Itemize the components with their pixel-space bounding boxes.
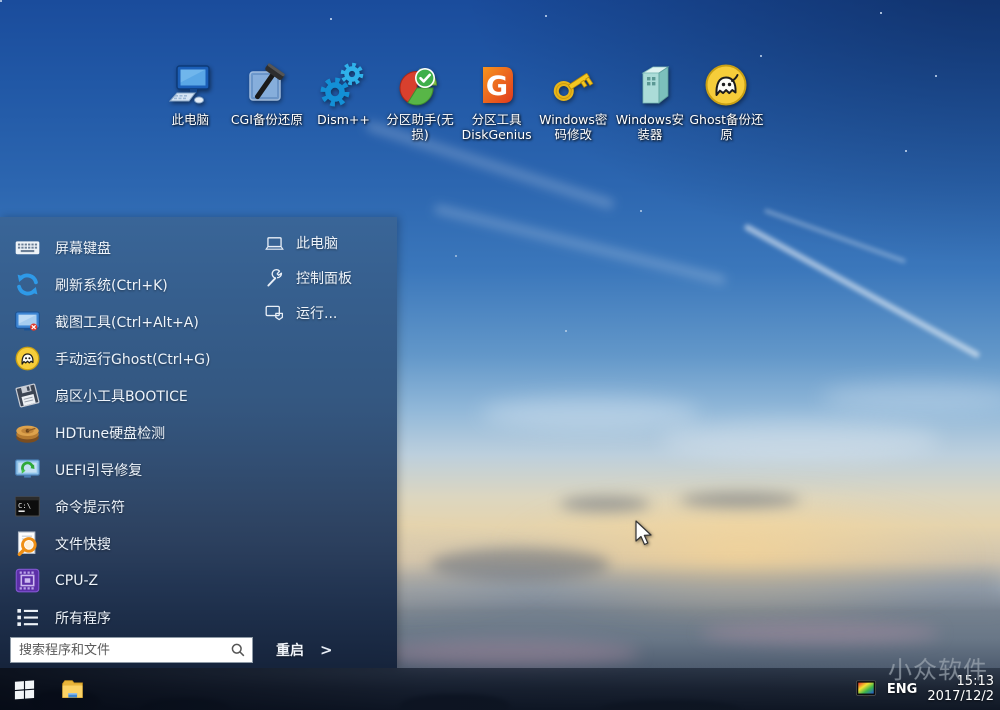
stars bbox=[0, 0, 2, 2]
start-menu-item-label: 所有程序 bbox=[55, 608, 111, 628]
ghost-small-icon bbox=[12, 344, 42, 374]
partition-assistant-icon bbox=[395, 60, 445, 110]
start-menu-item-label: CPU-Z bbox=[55, 573, 98, 589]
desktop-icon[interactable]: 此电脑 bbox=[152, 60, 229, 142]
chevron-right-icon[interactable]: > bbox=[320, 641, 333, 659]
installer-box-icon bbox=[625, 60, 675, 110]
start-menu-item[interactable]: C:\ 命令提示符 bbox=[12, 488, 252, 525]
start-menu-item-label: 文件快搜 bbox=[55, 534, 111, 554]
start-menu-item-label: UEFI引导修复 bbox=[55, 460, 142, 480]
start-menu-shortcut[interactable]: 运行... bbox=[262, 295, 392, 330]
taskbar: ENG 15:13 2017/12/2 bbox=[0, 668, 1000, 710]
search-icon[interactable] bbox=[228, 640, 248, 660]
run-outline-icon bbox=[262, 301, 286, 325]
start-menu-item[interactable]: CPU-Z bbox=[12, 562, 252, 599]
start-menu-item-label: 刷新系统(Ctrl+K) bbox=[55, 275, 168, 295]
dark-cloud bbox=[680, 492, 800, 508]
search-box[interactable] bbox=[10, 637, 253, 663]
start-menu-shortcut-label: 控制面板 bbox=[296, 268, 352, 288]
keyboard-icon bbox=[12, 233, 42, 263]
start-menu-item-label: HDTune硬盘检测 bbox=[55, 423, 165, 443]
restart-label: 重启 bbox=[276, 640, 304, 660]
start-menu: 屏幕键盘刷新系统(Ctrl+K) 截图工具(Ctrl+Alt+A) 手动运行Ghos… bbox=[0, 217, 397, 668]
uefi-repair-icon bbox=[12, 455, 42, 485]
start-menu-left-list: 屏幕键盘刷新系统(Ctrl+K) 截图工具(Ctrl+Alt+A) 手动运行Ghos… bbox=[12, 229, 252, 636]
desktop-icon-label: Ghost备份还原 bbox=[688, 113, 765, 142]
sea-reflection bbox=[700, 622, 940, 644]
desktop-icon-label: Dism++ bbox=[317, 113, 370, 128]
start-menu-item[interactable]: 手动运行Ghost(Ctrl+G) bbox=[12, 340, 252, 377]
svg-text:C:\: C:\ bbox=[17, 501, 30, 510]
search-input[interactable] bbox=[11, 643, 228, 658]
refresh-icon bbox=[12, 270, 42, 300]
sea-reflection bbox=[380, 640, 640, 666]
desktop-icon[interactable]: Windows安装器 bbox=[612, 60, 689, 142]
start-menu-item[interactable]: 文件快搜 bbox=[12, 525, 252, 562]
start-menu-item[interactable]: 所有程序 bbox=[12, 599, 252, 636]
all-programs-icon bbox=[12, 603, 42, 633]
restart-button[interactable]: 重启 > bbox=[276, 637, 333, 663]
folder-icon bbox=[60, 677, 85, 702]
start-button[interactable] bbox=[4, 668, 44, 710]
dark-cloud bbox=[560, 496, 650, 512]
dism-gears-icon bbox=[318, 60, 368, 110]
desktop-icon[interactable]: Ghost备份还原 bbox=[688, 60, 765, 142]
start-menu-item[interactable]: 截图工具(Ctrl+Alt+A) bbox=[12, 303, 252, 340]
display-settings-icon[interactable] bbox=[855, 679, 877, 699]
start-menu-shortcut-label: 此电脑 bbox=[296, 233, 338, 253]
start-menu-item-label: 手动运行Ghost(Ctrl+G) bbox=[55, 349, 210, 369]
start-menu-item-label: 屏幕键盘 bbox=[55, 238, 111, 258]
cgi-backup-icon bbox=[242, 60, 292, 110]
start-menu-item[interactable]: UEFI引导修复 bbox=[12, 451, 252, 488]
desktop-screen: 此电脑 CGI备份还原 Dism++ 分区助手(无损) G 分区工具 DiskGenius… bbox=[0, 0, 1000, 710]
desktop-icon[interactable]: Dism++ bbox=[305, 60, 382, 142]
start-menu-right-list: 此电脑控制面板运行... bbox=[262, 226, 392, 330]
start-menu-shortcut[interactable]: 控制面板 bbox=[262, 261, 392, 296]
start-menu-item[interactable]: 扇区小工具BOOTICE bbox=[12, 377, 252, 414]
svg-text:G: G bbox=[486, 71, 508, 102]
start-menu-item[interactable]: HDTune硬盘检测 bbox=[12, 414, 252, 451]
pc-outline-icon bbox=[262, 231, 286, 255]
cmd-icon: C:\ bbox=[12, 492, 42, 522]
start-menu-shortcut-label: 运行... bbox=[296, 303, 337, 323]
desktop-icon-label: 此电脑 bbox=[172, 113, 210, 128]
clock-date: 2017/12/2 bbox=[927, 689, 994, 704]
ghost-icon bbox=[701, 60, 751, 110]
desktop-icon-label: Windows密码修改 bbox=[535, 113, 612, 142]
file-explorer-button[interactable] bbox=[52, 668, 92, 710]
snip-tool-icon bbox=[12, 307, 42, 337]
start-menu-item[interactable]: 刷新系统(Ctrl+K) bbox=[12, 266, 252, 303]
password-key-icon bbox=[548, 60, 598, 110]
desktop-icon-row: 此电脑 CGI备份还原 Dism++ 分区助手(无损) G 分区工具 DiskGenius… bbox=[152, 60, 765, 142]
desktop-icon-label: Windows安装器 bbox=[612, 113, 689, 142]
desktop-icon-label: 分区助手(无损) bbox=[382, 113, 459, 142]
start-menu-shortcut[interactable]: 此电脑 bbox=[262, 226, 392, 261]
diskgenius-icon: G bbox=[472, 60, 522, 110]
start-menu-item[interactable]: 屏幕键盘 bbox=[12, 229, 252, 266]
cloud bbox=[660, 420, 940, 460]
this-pc-icon bbox=[165, 60, 215, 110]
mouse-cursor bbox=[634, 520, 653, 547]
floppy-icon bbox=[12, 381, 42, 411]
desktop-icon[interactable]: 分区助手(无损) bbox=[382, 60, 459, 142]
desktop-icon-label: 分区工具 DiskGenius bbox=[458, 113, 535, 142]
watermark-text: 小众软件 bbox=[888, 650, 988, 685]
cloud bbox=[480, 396, 700, 430]
desktop-icon[interactable]: G 分区工具 DiskGenius bbox=[458, 60, 535, 142]
start-menu-item-label: 截图工具(Ctrl+Alt+A) bbox=[55, 312, 199, 332]
start-menu-item-label: 扇区小工具BOOTICE bbox=[55, 386, 188, 406]
start-menu-item-label: 命令提示符 bbox=[55, 497, 125, 517]
cpuz-icon bbox=[12, 566, 42, 596]
hdd-icon bbox=[12, 418, 42, 448]
file-search-icon bbox=[12, 529, 42, 559]
desktop-icon-label: CGI备份还原 bbox=[231, 113, 303, 128]
windows-logo-icon bbox=[13, 678, 36, 701]
desktop-icon[interactable]: CGI备份还原 bbox=[229, 60, 306, 142]
wrench-outline-icon bbox=[262, 266, 286, 290]
desktop-icon[interactable]: Windows密码修改 bbox=[535, 60, 612, 142]
